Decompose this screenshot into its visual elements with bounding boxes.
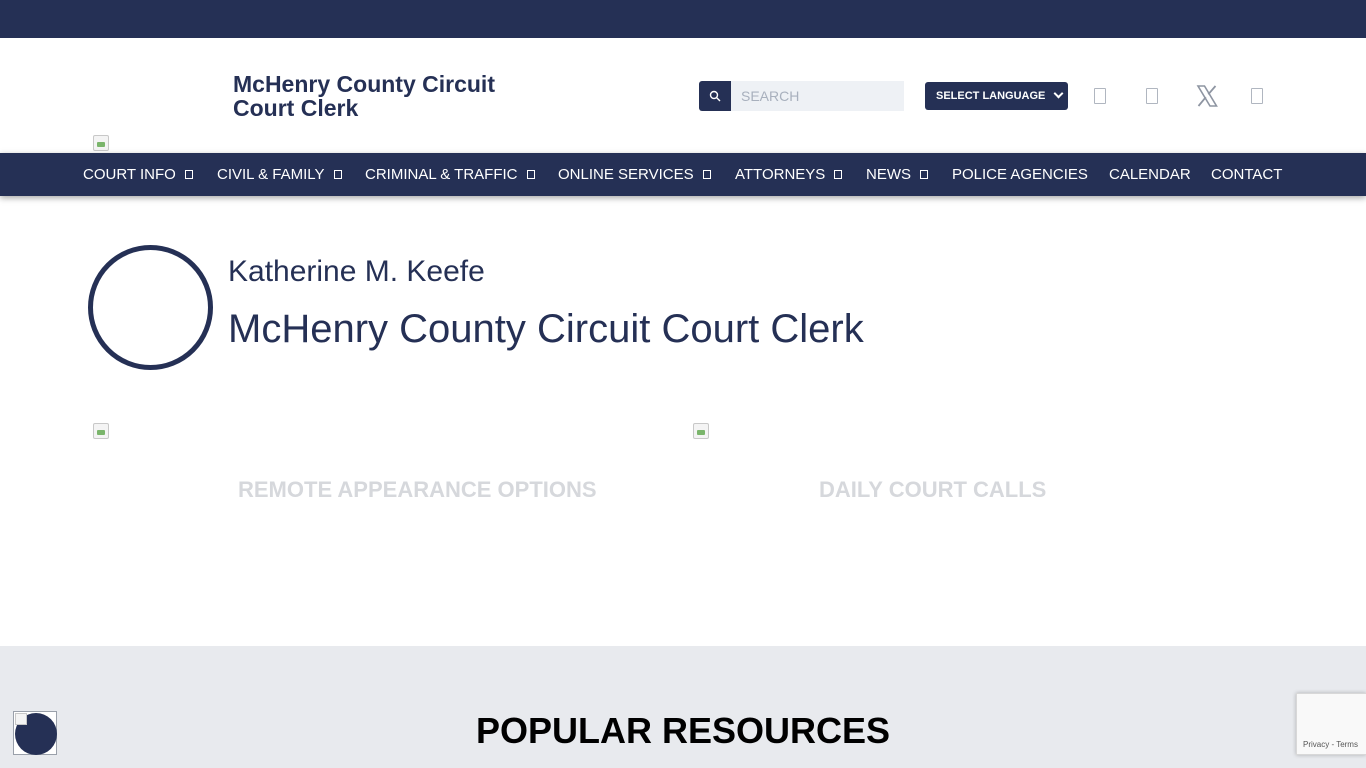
remote-appearance-link[interactable]: REMOTE APPEARANCE OPTIONS — [238, 477, 597, 503]
search-input[interactable] — [731, 81, 904, 111]
x-logo-glyph — [1196, 85, 1218, 107]
language-select[interactable]: SELECT LANGUAGE — [925, 82, 1068, 110]
facebook-icon[interactable] — [1093, 87, 1107, 105]
nav-item-civil-family[interactable]: CIVIL & FAMILY — [217, 153, 342, 196]
site-header: McHenry County Circuit Court Clerk SELEC… — [0, 38, 1366, 153]
nav-item-contact[interactable]: CONTACT — [1211, 153, 1282, 196]
top-strip — [0, 0, 1366, 38]
nav-item-police-agencies[interactable]: POLICE AGENCIES — [952, 153, 1088, 196]
broken-image-icon — [15, 713, 27, 725]
search-button[interactable] — [699, 81, 731, 111]
x-twitter-icon[interactable] — [1195, 84, 1219, 108]
recaptcha-badge[interactable]: Privacy - Terms — [1296, 693, 1366, 755]
nav-item-criminal-traffic[interactable]: CRIMINAL & TRAFFIC — [365, 153, 535, 196]
search-icon — [709, 90, 721, 102]
popular-resources-section: POPULAR RESOURCES — [0, 646, 1366, 768]
nav-item-online-services[interactable]: ONLINE SERVICES — [558, 153, 711, 196]
accessibility-button[interactable] — [13, 711, 57, 755]
site-logo-image[interactable] — [93, 135, 109, 151]
nav-item-label: CONTACT — [1211, 166, 1283, 183]
remote-appearance-image[interactable] — [93, 423, 109, 439]
nav-item-label: CIVIL & FAMILY — [217, 166, 325, 183]
daily-court-calls-image[interactable] — [693, 423, 709, 439]
instagram-icon[interactable] — [1145, 87, 1159, 105]
dropdown-caret-icon — [333, 170, 342, 179]
nav-item-news[interactable]: NEWS — [866, 153, 928, 196]
clerk-name: Katherine M. Keefe — [228, 255, 485, 288]
dropdown-caret-icon — [834, 170, 843, 179]
nav-item-label: POLICE AGENCIES — [952, 166, 1088, 183]
dropdown-caret-icon — [184, 170, 193, 179]
site-title[interactable]: McHenry County Circuit Court Clerk — [233, 72, 533, 120]
youtube-icon[interactable] — [1250, 87, 1264, 105]
chevron-down-icon — [1053, 88, 1064, 99]
nav-item-label: COURT INFO — [83, 166, 176, 183]
office-title: McHenry County Circuit Court Clerk — [228, 307, 864, 351]
nav-item-label: ATTORNEYS — [735, 166, 826, 183]
dropdown-caret-icon — [526, 170, 535, 179]
dropdown-caret-icon — [920, 170, 928, 179]
dropdown-caret-icon — [702, 170, 711, 179]
popular-resources-title: POPULAR RESOURCES — [475, 710, 891, 751]
language-select-value: SELECT LANGUAGE — [936, 90, 1046, 102]
nav-item-calendar[interactable]: CALENDAR — [1109, 153, 1191, 196]
nav-item-label: CALENDAR — [1109, 166, 1191, 183]
main-nav: COURT INFO CIVIL & FAMILY CRIMINAL & TRA… — [0, 153, 1366, 196]
daily-court-calls-link[interactable]: DAILY COURT CALLS — [819, 477, 1046, 503]
nav-item-label: ONLINE SERVICES — [558, 166, 694, 183]
nav-item-attorneys[interactable]: ATTORNEYS — [735, 153, 843, 196]
nav-item-label: CRIMINAL & TRAFFIC — [365, 166, 518, 183]
county-seal-ring — [88, 245, 213, 370]
recaptcha-privacy-terms[interactable]: Privacy - Terms — [1303, 740, 1358, 749]
nav-item-court-info[interactable]: COURT INFO — [83, 153, 193, 196]
nav-item-label: NEWS — [866, 166, 911, 183]
